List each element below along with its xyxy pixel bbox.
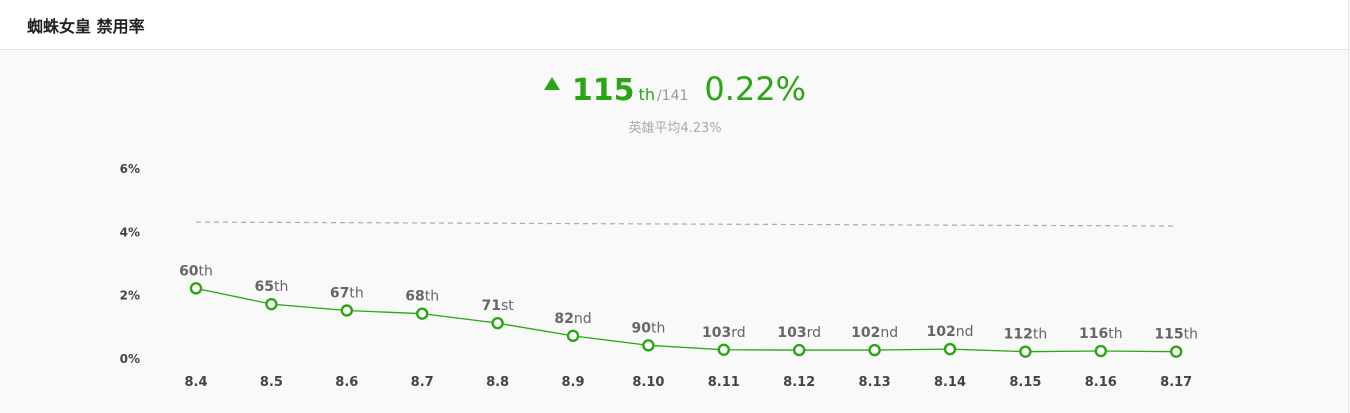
y-tick-label: 6% [120, 162, 140, 176]
y-tick-label: 2% [120, 289, 140, 303]
x-tick-label: 8.14 [934, 375, 966, 390]
rank-label: 68th [405, 289, 439, 305]
x-tick-label: 8.12 [783, 375, 815, 390]
data-point [265, 297, 278, 311]
rank-label: 116th [1079, 326, 1123, 342]
data-point [943, 342, 957, 356]
x-tick-label: 8.10 [632, 375, 664, 390]
data-point [717, 343, 730, 356]
x-tick-label: 8.8 [486, 375, 509, 390]
x-tick-label: 8.9 [561, 375, 584, 390]
average-line [195, 221, 1177, 227]
data-point [1169, 345, 1183, 358]
x-tick-label: 8.6 [335, 375, 358, 390]
rank-label: 82nd [554, 311, 591, 327]
rank-label: 71st [481, 298, 514, 314]
data-point [793, 343, 806, 357]
data-point [491, 316, 504, 330]
rank-label: 103rd [777, 325, 821, 341]
x-tick-label: 8.7 [411, 375, 434, 390]
data-point [566, 329, 580, 343]
data-point [189, 282, 203, 295]
rank-label: 67th [330, 286, 364, 302]
rank-label: 102nd [851, 325, 898, 341]
data-point [1094, 344, 1108, 358]
y-tick-label: 0% [120, 352, 140, 366]
rank-label: 115th [1154, 327, 1198, 343]
x-tick-label: 8.11 [708, 375, 740, 390]
data-point [868, 343, 881, 357]
x-tick-label: 8.15 [1009, 375, 1041, 390]
rank-label: 103rd [702, 325, 746, 341]
data-point [340, 304, 353, 317]
x-tick-label: 8.5 [260, 375, 283, 390]
ban-rate-line-chart: 0% 2% 4% 6% 8.4 8.5 8.6 8.7 8.8 8.9 8.10 8.11 8.12 8.… [120, 162, 1198, 390]
x-tick-label: 8.4 [184, 375, 207, 390]
rank-label: 65th [254, 279, 288, 295]
data-point [1019, 345, 1032, 358]
rank-label: 90th [631, 320, 665, 336]
rank-label: 112th [1004, 327, 1048, 343]
data-point [642, 339, 655, 352]
x-tick-label: 8.17 [1160, 375, 1192, 390]
rank-label: 102nd [927, 324, 974, 340]
rank-label: 60th [179, 263, 213, 279]
x-tick-label: 8.13 [859, 375, 891, 390]
y-tick-label: 4% [120, 225, 140, 239]
data-point [416, 307, 429, 320]
x-tick-label: 8.16 [1085, 375, 1117, 390]
